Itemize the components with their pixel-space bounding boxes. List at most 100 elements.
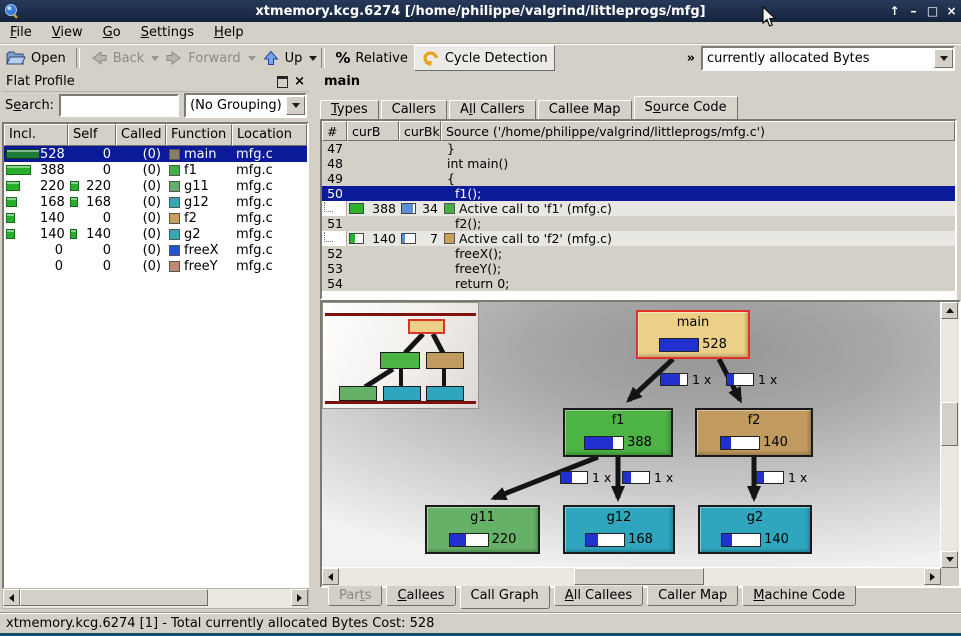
graph-node-f1[interactable]: f1 388 xyxy=(563,408,673,457)
graph-overview-minimap[interactable] xyxy=(322,302,479,409)
dock-float-button[interactable] xyxy=(277,76,288,88)
table-row-f1[interactable]: 388 0 (0) f1 mfg.c xyxy=(4,162,307,178)
flat-profile-hscrollbar[interactable] xyxy=(2,588,309,609)
back-button[interactable]: Back xyxy=(84,46,151,70)
visualization-tabs: Parts Callees Call Graph All Callees Cal… xyxy=(328,586,860,609)
table-row-g2[interactable]: 140 140 (0) g2 mfg.c xyxy=(4,226,307,242)
toolbar-overflow-chevron[interactable]: » xyxy=(681,51,701,66)
graph-node-g11[interactable]: g11 220 xyxy=(425,505,540,554)
graph-hscrollbar[interactable] xyxy=(322,567,941,586)
function-color-icon xyxy=(169,229,180,240)
source-line-selected[interactable]: 50 f1(); xyxy=(322,186,955,201)
menu-file[interactable]: File xyxy=(0,24,42,41)
column-header-source[interactable]: Source ('/home/philippe/valgrind/littlep… xyxy=(441,121,955,141)
forward-button[interactable]: Forward xyxy=(159,46,246,70)
source-line[interactable]: 54 return 0; xyxy=(322,276,955,291)
cost-type-select[interactable]: currently allocated Bytes xyxy=(701,46,955,71)
combo-dropdown-button[interactable] xyxy=(934,49,953,68)
edge-label-f1-g11[interactable]: 1 x xyxy=(560,470,611,485)
scroll-right-button[interactable] xyxy=(291,589,308,606)
titlebar[interactable]: xtmemory.kcg.6274 [/home/philippe/valgri… xyxy=(0,0,961,22)
search-input[interactable] xyxy=(59,94,179,117)
source-line[interactable]: 51 f2(); xyxy=(322,216,955,231)
scroll-up-button[interactable] xyxy=(941,302,958,319)
column-header-self[interactable]: Self xyxy=(68,124,116,146)
table-row-f2[interactable]: 140 0 (0) f2 mfg.c xyxy=(4,210,307,226)
scroll-left-button[interactable] xyxy=(322,568,339,585)
tab-callees[interactable]: Callees xyxy=(386,586,455,606)
up-button[interactable]: Up xyxy=(256,46,309,70)
edge-label-main-f1[interactable]: 1 x xyxy=(660,372,711,387)
back-dropdown-caret[interactable] xyxy=(151,56,159,61)
graph-node-main[interactable]: main 528 xyxy=(636,310,750,359)
source-line[interactable]: 48 int main() xyxy=(322,156,955,171)
edge-label-f1-g12[interactable]: 1 x xyxy=(622,470,673,485)
call-graph-panel: main 528 f1 388 f2 140 g11 220 g12 168 g… xyxy=(320,300,961,588)
scrollbar-thumb[interactable] xyxy=(941,402,958,446)
cost-bar xyxy=(720,436,760,450)
tab-all-callers[interactable]: All Callers xyxy=(449,100,536,119)
function-color-icon xyxy=(169,181,180,192)
graph-node-g2[interactable]: g2 140 xyxy=(698,505,812,554)
cycle-detection-button[interactable]: Cycle Detection xyxy=(414,45,555,71)
edge-label-f2-g2[interactable]: 1 x xyxy=(756,470,807,485)
column-header-called[interactable]: Called xyxy=(116,124,166,146)
source-line[interactable]: 47 } xyxy=(322,141,955,156)
scroll-down-button[interactable] xyxy=(941,551,958,568)
close-button[interactable]: × xyxy=(942,4,961,18)
scrollbar-thumb[interactable] xyxy=(574,568,704,585)
source-line[interactable]: 52 freeX(); xyxy=(322,246,955,261)
scrollbar-thumb[interactable] xyxy=(20,589,208,606)
menu-view[interactable]: View xyxy=(42,24,93,41)
scroll-left-button[interactable] xyxy=(3,589,20,606)
flat-profile-dock: Flat Profile × Search: (No Grouping) Inc… xyxy=(2,72,309,610)
combo-dropdown-button[interactable] xyxy=(286,96,305,115)
source-call-annotation[interactable]: 140 7 Active call to 'f2' (mfg.c) xyxy=(322,231,955,246)
chevron-down-icon xyxy=(292,103,300,108)
scroll-right-button[interactable] xyxy=(924,568,941,585)
up-arrow-icon xyxy=(262,50,280,66)
dock-close-button[interactable]: × xyxy=(294,74,305,89)
column-header-location[interactable]: Location xyxy=(232,124,307,146)
menu-go[interactable]: Go xyxy=(93,24,131,41)
column-header-function[interactable]: Function xyxy=(166,124,232,146)
toolbar-separator xyxy=(76,48,80,68)
graph-vscrollbar[interactable] xyxy=(940,302,959,568)
up-dropdown-caret[interactable] xyxy=(309,56,317,61)
dock-titlebar[interactable]: Flat Profile × xyxy=(2,72,309,92)
source-line[interactable]: 49 { xyxy=(322,171,955,186)
column-header-curbk[interactable]: curBk xyxy=(399,121,441,141)
menu-help[interactable]: Help xyxy=(204,24,254,41)
table-row-g12[interactable]: 168 168 (0) g12 mfg.c xyxy=(4,194,307,210)
source-line[interactable]: 53 freeY(); xyxy=(322,261,955,276)
call-graph-canvas[interactable]: main 528 f1 388 f2 140 g11 220 g12 168 g… xyxy=(322,302,941,568)
relative-toggle-button[interactable]: % Relative xyxy=(329,46,413,70)
source-call-annotation[interactable]: 388 34 Active call to 'f1' (mfg.c) xyxy=(322,201,955,216)
minimize-button[interactable]: – xyxy=(904,4,923,18)
maximize-button[interactable]: □ xyxy=(923,4,942,18)
column-header-incl[interactable]: Incl. xyxy=(4,124,68,146)
edge-label-main-f2[interactable]: 1 x xyxy=(726,372,777,387)
tab-callee-map[interactable]: Callee Map xyxy=(538,100,632,119)
tab-callers[interactable]: Callers xyxy=(381,100,447,119)
forward-dropdown-caret[interactable] xyxy=(248,56,256,61)
function-tabs: Types Callers All Callers Callee Map Sou… xyxy=(320,96,740,119)
table-row-freeY[interactable]: 0 0 (0) freeY mfg.c xyxy=(4,258,307,274)
table-row-freeX[interactable]: 0 0 (0) freeX mfg.c xyxy=(4,242,307,258)
column-header-curb[interactable]: curB xyxy=(347,121,399,141)
menu-settings[interactable]: Settings xyxy=(131,24,204,41)
tab-call-graph[interactable]: Call Graph xyxy=(460,586,550,609)
grouping-select[interactable]: (No Grouping) xyxy=(184,93,307,118)
tab-types[interactable]: Types xyxy=(320,100,379,119)
tab-source-code[interactable]: Source Code xyxy=(634,96,738,119)
graph-node-g12[interactable]: g12 168 xyxy=(563,505,675,554)
graph-node-f2[interactable]: f2 140 xyxy=(695,408,813,457)
open-button[interactable]: Open xyxy=(0,46,72,70)
table-row-main[interactable]: 528 0 (0) main mfg.c xyxy=(4,146,307,162)
shade-button[interactable]: ↑ xyxy=(885,4,904,18)
tab-caller-map[interactable]: Caller Map xyxy=(647,586,738,606)
tab-machine-code[interactable]: Machine Code xyxy=(742,586,856,606)
table-row-g11[interactable]: 220 220 (0) g11 mfg.c xyxy=(4,178,307,194)
column-header-line[interactable]: # xyxy=(322,121,347,141)
tab-all-callees[interactable]: All Callees xyxy=(554,586,643,606)
